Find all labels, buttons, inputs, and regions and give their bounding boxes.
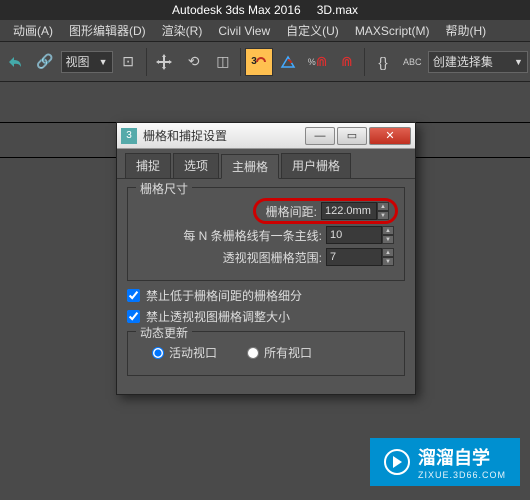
grid-size-group: 栅格尺寸 栅格间距: ▲▼ 每 N 条栅格线有一条主线: ▲▼ 透视视 bbox=[127, 187, 405, 281]
snap-toggle-icon[interactable]: 3 bbox=[245, 48, 272, 76]
named-sel-icon[interactable]: ABC bbox=[399, 48, 426, 76]
tab-user-grids[interactable]: 用户栅格 bbox=[281, 153, 351, 178]
main-toolbar: 🔗 视图▼ ⊡ ⟲ ◫ 3 %⋒ ⋒ {} ABC 创建选择集▼ bbox=[0, 42, 530, 82]
menu-civil-view[interactable]: Civil View bbox=[210, 24, 278, 38]
angle-snap-icon[interactable] bbox=[275, 48, 302, 76]
dynamic-update-group: 动态更新 活动视口 所有视口 bbox=[127, 331, 405, 376]
watermark: 溜溜自学 ZIXUE.3D66.COM bbox=[370, 438, 520, 486]
spinner-up-icon[interactable]: ▲ bbox=[377, 202, 389, 211]
maximize-button[interactable]: ▭ bbox=[337, 127, 367, 145]
minimize-button[interactable]: — bbox=[305, 127, 335, 145]
dialog-title-bar[interactable]: 3 栅格和捕捉设置 — ▭ ✕ bbox=[117, 123, 415, 149]
dialog-title: 栅格和捕捉设置 bbox=[143, 127, 303, 144]
grid-spacing-spinner[interactable]: ▲▼ bbox=[321, 202, 389, 220]
spinner-down-icon[interactable]: ▼ bbox=[377, 211, 389, 220]
all-viewports-radio[interactable] bbox=[247, 347, 259, 359]
inhibit-subdiv-label: 禁止低于栅格间距的栅格细分 bbox=[146, 287, 302, 304]
menu-animation[interactable]: 动画(A) bbox=[5, 22, 61, 39]
perspective-range-input[interactable] bbox=[326, 248, 382, 266]
menu-maxscript[interactable]: MAXScript(M) bbox=[347, 24, 438, 38]
watermark-url: ZIXUE.3D66.COM bbox=[418, 470, 506, 480]
major-lines-label: 每 N 条栅格线有一条主线: bbox=[183, 227, 322, 244]
dynamic-update-label: 动态更新 bbox=[136, 324, 192, 341]
close-button[interactable]: ✕ bbox=[369, 127, 411, 145]
dialog-icon: 3 bbox=[121, 128, 137, 144]
spinner-down-icon[interactable]: ▼ bbox=[382, 257, 394, 266]
spinner-down-icon[interactable]: ▼ bbox=[382, 235, 394, 244]
app-title-bar: Autodesk 3ds Max 2016 3D.max bbox=[0, 0, 530, 20]
menu-customize[interactable]: 自定义(U) bbox=[278, 22, 347, 39]
spinner-up-icon[interactable]: ▲ bbox=[382, 248, 394, 257]
watermark-text: 溜溜自学 bbox=[418, 448, 490, 468]
tab-home-grid[interactable]: 主栅格 bbox=[221, 154, 279, 179]
grid-spacing-input[interactable] bbox=[321, 202, 377, 220]
play-icon bbox=[384, 449, 410, 475]
spinner-up-icon[interactable]: ▲ bbox=[382, 226, 394, 235]
reference-coord-dropdown[interactable]: 视图▼ bbox=[61, 51, 113, 73]
perspective-range-spinner[interactable]: ▲▼ bbox=[326, 248, 394, 266]
active-viewport-radio[interactable] bbox=[152, 347, 164, 359]
named-selection-dropdown[interactable]: 创建选择集▼ bbox=[428, 51, 528, 73]
menu-bar: 动画(A) 图形编辑器(D) 渲染(R) Civil View 自定义(U) M… bbox=[0, 20, 530, 42]
inhibit-persp-resize-checkbox[interactable] bbox=[127, 310, 140, 323]
app-title: Autodesk 3ds Max 2016 bbox=[172, 3, 301, 17]
grid-spacing-label: 栅格间距: bbox=[266, 203, 317, 220]
dialog-tabs: 捕捉 选项 主栅格 用户栅格 bbox=[117, 149, 415, 179]
link-icon[interactable]: 🔗 bbox=[31, 48, 58, 76]
select-rotate-icon[interactable]: ⟲ bbox=[180, 48, 207, 76]
select-scale-icon[interactable]: ◫ bbox=[209, 48, 236, 76]
major-lines-spinner[interactable]: ▲▼ bbox=[326, 226, 394, 244]
tab-snaps[interactable]: 捕捉 bbox=[125, 153, 171, 178]
active-viewport-label: 活动视口 bbox=[169, 344, 217, 361]
grid-snap-settings-dialog: 3 栅格和捕捉设置 — ▭ ✕ 捕捉 选项 主栅格 用户栅格 栅格尺寸 栅格间距… bbox=[116, 122, 416, 395]
dialog-body: 栅格尺寸 栅格间距: ▲▼ 每 N 条栅格线有一条主线: ▲▼ 透视视 bbox=[117, 179, 415, 394]
menu-render[interactable]: 渲染(R) bbox=[154, 22, 211, 39]
undo-icon[interactable] bbox=[2, 48, 29, 76]
tab-options[interactable]: 选项 bbox=[173, 153, 219, 178]
inhibit-persp-resize-label: 禁止透视视图栅格调整大小 bbox=[146, 308, 290, 325]
grid-size-label: 栅格尺寸 bbox=[136, 180, 192, 197]
percent-snap-icon[interactable]: %⋒ bbox=[304, 48, 331, 76]
menu-graph-editor[interactable]: 图形编辑器(D) bbox=[61, 22, 154, 39]
spinner-snap-icon[interactable]: ⋒ bbox=[333, 48, 360, 76]
app-file: 3D.max bbox=[317, 3, 358, 17]
all-viewports-label: 所有视口 bbox=[264, 344, 312, 361]
select-move-icon[interactable] bbox=[151, 48, 178, 76]
inhibit-subdiv-checkbox[interactable] bbox=[127, 289, 140, 302]
menu-help[interactable]: 帮助(H) bbox=[437, 22, 494, 39]
use-pivot-icon[interactable]: ⊡ bbox=[115, 48, 142, 76]
edit-named-sel-icon[interactable]: {} bbox=[369, 48, 396, 76]
perspective-range-label: 透视视图栅格范围: bbox=[223, 249, 322, 266]
major-lines-input[interactable] bbox=[326, 226, 382, 244]
